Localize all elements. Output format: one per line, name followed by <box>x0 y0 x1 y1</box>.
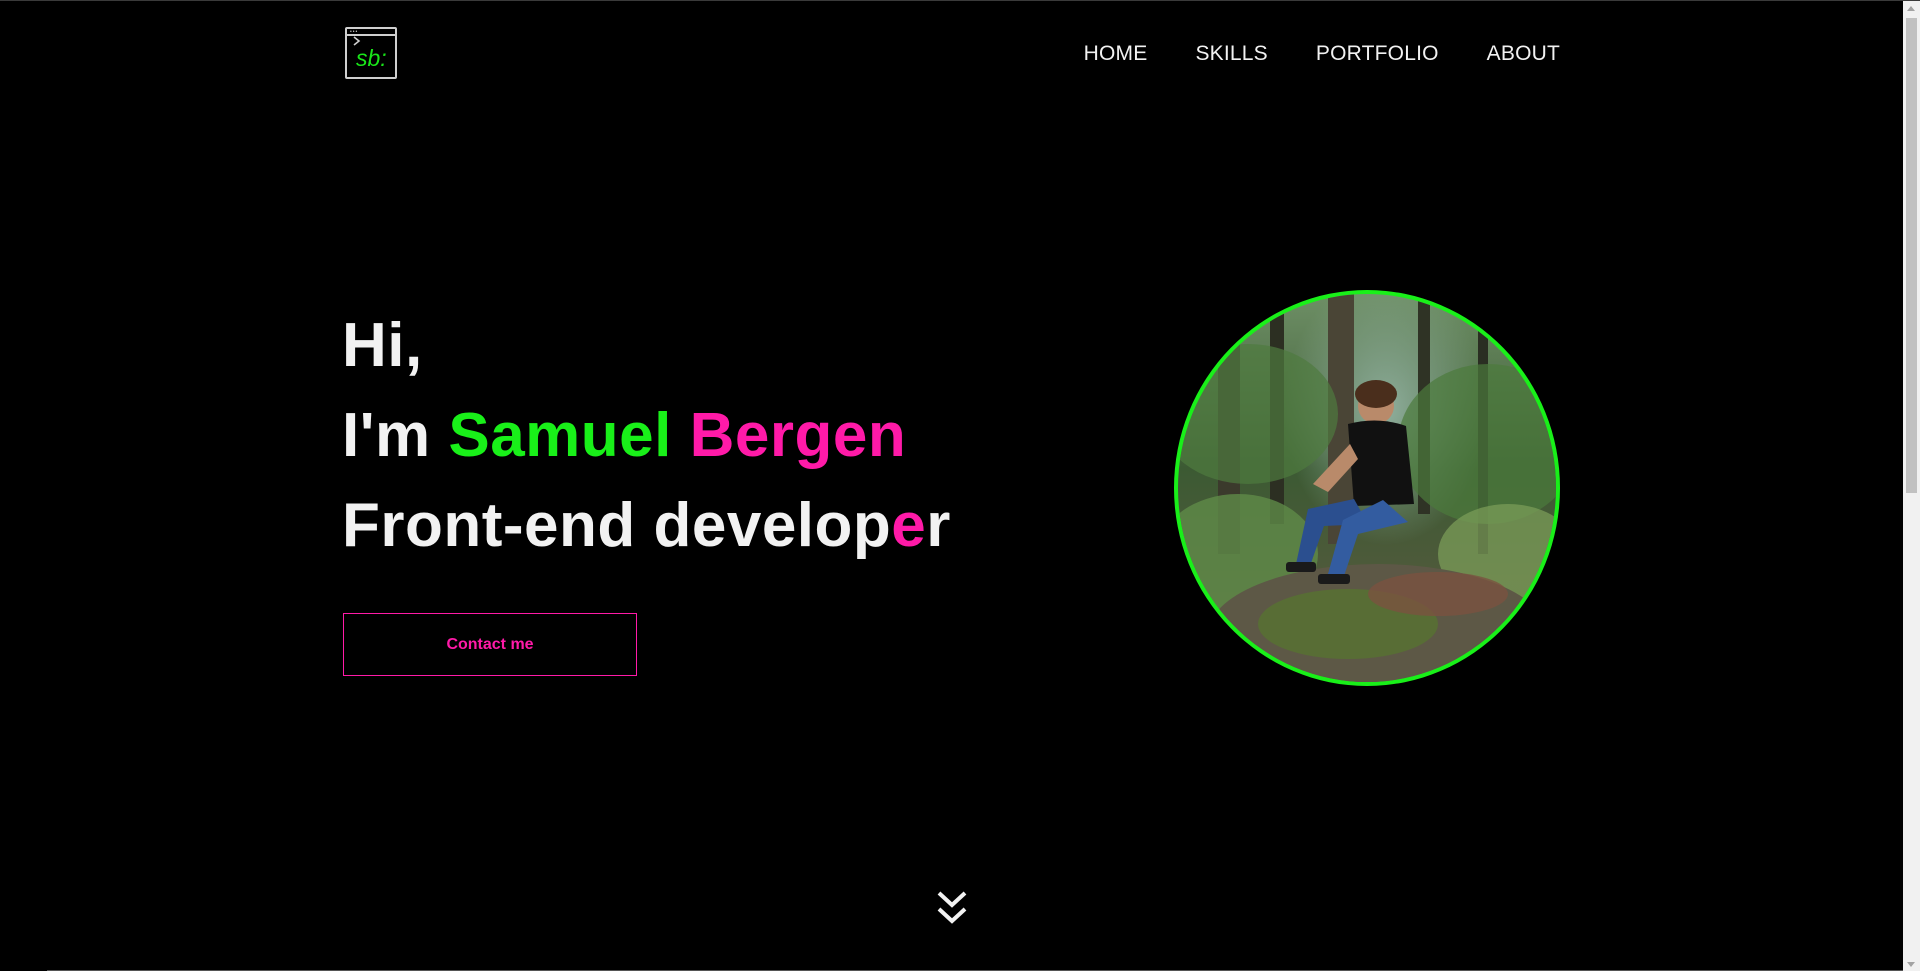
scrollbar-thumb[interactable] <box>1906 18 1917 493</box>
site-logo[interactable]: ••• sb: <box>345 27 397 79</box>
hero-intro-line: I'm Samuel Bergen <box>342 391 951 481</box>
hero-greeting: Hi, <box>342 311 423 380</box>
nav-item-about[interactable]: ABOUT <box>1487 41 1560 67</box>
nav-item-skills[interactable]: SKILLS <box>1195 41 1267 67</box>
logo-text: sb: <box>356 45 387 71</box>
hero-role-highlight: e <box>891 491 927 560</box>
double-chevron-down-icon[interactable] <box>935 889 969 929</box>
scroll-down-arrow-icon[interactable] <box>1907 962 1915 967</box>
vertical-scrollbar[interactable] <box>1903 1 1920 971</box>
main-nav: HOME SKILLS PORTFOLIO ABOUT <box>1084 41 1560 67</box>
hero-intro-prefix: I'm <box>342 401 431 470</box>
scroll-up-arrow-icon[interactable] <box>1907 6 1915 11</box>
hero-first-name: Samuel <box>448 401 672 470</box>
nav-item-home[interactable]: HOME <box>1084 41 1148 67</box>
hero-role-part1: Front-end develop <box>342 491 892 560</box>
page: ••• sb: HOME SKILLS PORTFOLIO ABOUT Hi, … <box>0 0 1920 971</box>
hero-last-name: Bergen <box>689 401 907 470</box>
hero-heading: Hi, I'm Samuel Bergen Front-end develope… <box>342 301 951 571</box>
profile-photo <box>1174 290 1560 686</box>
profile-photo-illustration <box>1178 294 1556 682</box>
hero-role-line: Front-end developer <box>342 481 951 571</box>
contact-button[interactable]: Contact me <box>343 613 637 676</box>
hero-role-part2: r <box>926 491 951 560</box>
nav-item-portfolio[interactable]: PORTFOLIO <box>1316 41 1439 67</box>
